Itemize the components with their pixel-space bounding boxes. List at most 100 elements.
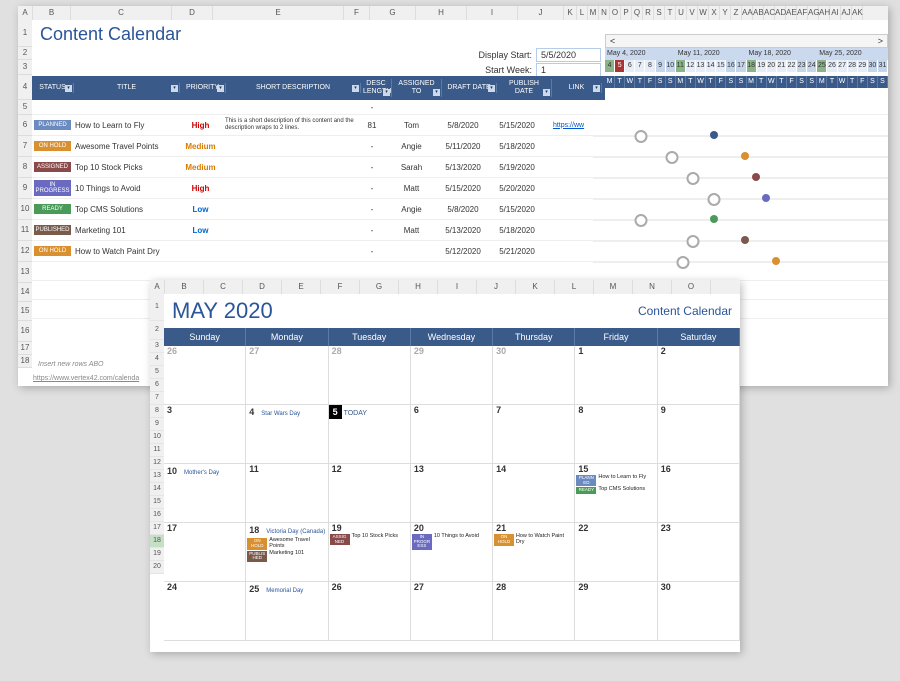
calendar-day[interactable]: 11 [246, 464, 328, 522]
calendar-day[interactable]: 5TODAY [329, 405, 411, 463]
filter-icon[interactable]: ▾ [593, 85, 600, 92]
table-row[interactable]: ON HOLDAwesome Travel PointsMedium-Angie… [32, 136, 888, 157]
calendar-item[interactable]: ON HOLDHow to Watch Paint Dry [494, 534, 573, 546]
calendar-day[interactable]: 27 [411, 582, 493, 640]
calendar-day[interactable]: 9 [658, 405, 740, 463]
calendar-day[interactable]: 28 [329, 346, 411, 404]
col-S[interactable]: S [654, 6, 665, 20]
footer-link[interactable]: https://www.vertex42.com/calenda [32, 375, 139, 382]
calendar-item[interactable]: IN PROGR ESS10 Things to Avoid [412, 534, 491, 550]
col-AD[interactable]: AD [775, 6, 786, 20]
filter-icon[interactable]: ▾ [383, 89, 390, 96]
link-cell[interactable] [544, 166, 593, 168]
calendar-day[interactable]: 7 [493, 405, 575, 463]
link-cell[interactable]: https://ww [544, 121, 593, 130]
header-status[interactable]: STATUS▾ [32, 83, 74, 93]
filter-icon[interactable]: ▾ [217, 85, 224, 92]
filter-icon[interactable]: ▾ [65, 85, 72, 92]
calendar-day[interactable]: 30 [658, 582, 740, 640]
filter-icon[interactable]: ▾ [543, 89, 550, 96]
header-publish-date[interactable]: PUBLISH DATE▾ [497, 79, 552, 96]
filter-icon[interactable]: ▾ [488, 85, 495, 92]
col-I[interactable]: I [467, 6, 518, 20]
calendar-day[interactable]: 25Memorial Day [246, 582, 328, 640]
link-cell[interactable] [544, 145, 593, 147]
col-K[interactable]: K [564, 6, 577, 20]
col-W[interactable]: W [698, 6, 709, 20]
link-cell[interactable] [544, 187, 593, 189]
calendar-day[interactable]: 24 [164, 582, 246, 640]
col-T[interactable]: T [665, 6, 676, 20]
col-A[interactable]: A [18, 6, 33, 20]
col-AI[interactable]: AI [830, 6, 841, 20]
col-G[interactable]: G [370, 6, 416, 20]
col-D[interactable]: D [172, 6, 213, 20]
calendar-day[interactable]: 15PLANN EDHow to Learn to FlyREADYTop CM… [575, 464, 657, 522]
calendar-day[interactable]: 1 [575, 346, 657, 404]
calendar-day[interactable]: 20IN PROGR ESS10 Things to Avoid [411, 523, 493, 581]
calendar-day[interactable]: 28 [493, 582, 575, 640]
calendar-item[interactable]: READYTop CMS Solutions [576, 487, 655, 494]
calendar-day[interactable]: 18Victoria Day (Canada)ON HOLDAwesome Tr… [246, 523, 328, 581]
start-week-value[interactable]: 1 [536, 63, 601, 77]
calendar-day[interactable]: 12 [329, 464, 411, 522]
col-AA[interactable]: AA [742, 6, 753, 20]
header-priority[interactable]: PRIORITY▾ [180, 83, 226, 93]
calendar-day[interactable]: 19ASSIG NEDTop 10 Stock Picks [329, 523, 411, 581]
link-cell[interactable] [544, 229, 593, 231]
table-row[interactable]: READYTop CMS SolutionsLow-Angie5/8/20205… [32, 199, 888, 220]
calendar-day[interactable]: 3 [164, 405, 246, 463]
scroll-left-icon[interactable]: < [610, 36, 615, 46]
display-start-value[interactable]: 5/5/2020 [536, 48, 601, 62]
table-row[interactable]: IN PROGRESS10 Things to AvoidHigh-Matt5/… [32, 178, 888, 199]
col-AH[interactable]: AH [819, 6, 830, 20]
col-X[interactable]: X [709, 6, 720, 20]
link-cell[interactable] [544, 208, 593, 210]
calendar-day[interactable]: 27 [246, 346, 328, 404]
calendar-day[interactable]: 26 [164, 346, 246, 404]
col-C[interactable]: C [71, 6, 172, 20]
col-AB[interactable]: AB [753, 6, 764, 20]
col-AC[interactable]: AC [764, 6, 775, 20]
calendar-day[interactable]: 29 [411, 346, 493, 404]
calendar-item[interactable]: ON HOLDAwesome Travel Points [247, 538, 326, 550]
header-title[interactable]: TITLE▾ [74, 83, 180, 93]
calendar-day[interactable]: 4Star Wars Day [246, 405, 328, 463]
table-row[interactable]: ON HOLDHow to Watch Paint Dry-5/12/20205… [32, 241, 888, 262]
calendar-day[interactable]: 14 [493, 464, 575, 522]
col-O[interactable]: O [610, 6, 621, 20]
calendar-day[interactable]: 2 [658, 346, 740, 404]
calendar-day[interactable]: 22 [575, 523, 657, 581]
col-F[interactable]: F [344, 6, 370, 20]
calendar-day[interactable]: 17 [164, 523, 246, 581]
calendar-day[interactable]: 6 [411, 405, 493, 463]
col-E[interactable]: E [213, 6, 344, 20]
calendar-item[interactable]: PLANN EDHow to Learn to Fly [576, 475, 655, 486]
table-row[interactable]: ASSIGNEDTop 10 Stock PicksMedium-Sarah5/… [32, 157, 888, 178]
table-row[interactable]: PLANNEDHow to Learn to FlyHighThis is a … [32, 115, 888, 136]
col-Q[interactable]: Q [632, 6, 643, 20]
col-AG[interactable]: AG [808, 6, 819, 20]
col-J[interactable]: J [518, 6, 564, 20]
header-assigned-to[interactable]: ASSIGNED TO▾ [392, 79, 442, 96]
calendar-day[interactable]: 10Mother's Day [164, 464, 246, 522]
filter-icon[interactable]: ▾ [171, 85, 178, 92]
col-H[interactable]: H [416, 6, 467, 20]
calendar-day[interactable]: 21ON HOLDHow to Watch Paint Dry [493, 523, 575, 581]
col-AJ[interactable]: AJ [841, 6, 852, 20]
calendar-day[interactable]: 29 [575, 582, 657, 640]
link-cell[interactable] [544, 250, 593, 252]
filter-icon[interactable]: ▾ [433, 89, 440, 96]
col-AK[interactable]: AK [852, 6, 863, 20]
header-draft-date[interactable]: DRAFT DATE▾ [442, 83, 497, 93]
col-P[interactable]: P [621, 6, 632, 20]
calendar-day[interactable]: 23 [658, 523, 740, 581]
col-AF[interactable]: AF [797, 6, 808, 20]
header-link[interactable]: LINK▾ [552, 83, 602, 93]
col-N[interactable]: N [599, 6, 610, 20]
calendar-day[interactable]: 8 [575, 405, 657, 463]
header-desc-length[interactable]: DESC LENGTH▾ [361, 79, 392, 96]
col-Z[interactable]: Z [731, 6, 742, 20]
header-short-description[interactable]: SHORT DESCRIPTION▾ [226, 83, 361, 93]
col-M[interactable]: M [588, 6, 599, 20]
